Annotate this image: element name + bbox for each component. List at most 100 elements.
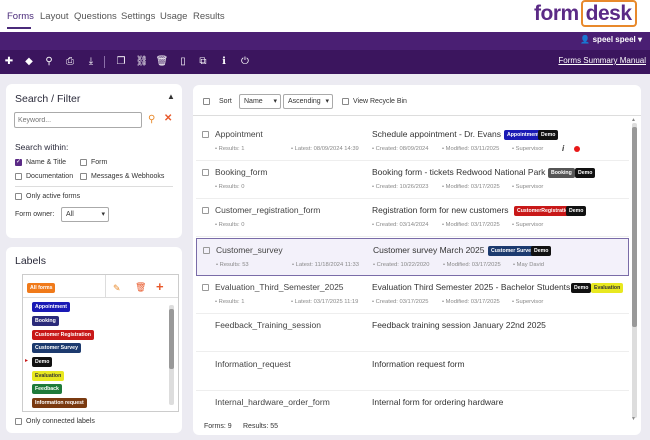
trash-icon[interactable]: 🗑 [135,282,146,293]
form-name[interactable]: Customer_survey [216,245,283,255]
table-row[interactable]: Information_request Information request … [196,353,629,391]
label-booking[interactable]: Booking [32,316,59,326]
collapse-icon[interactable]: ▲ [167,92,175,101]
row-checkbox[interactable] [202,207,209,214]
results-count: • Results: 1 [215,299,245,305]
search-icon[interactable]: ⚲ [42,55,56,69]
form-name[interactable]: Internal_hardware_order_form [215,397,330,407]
row-checkbox[interactable] [202,169,209,176]
tag-evaluation: Evaluation [591,283,624,293]
label-appointment[interactable]: Appointment [32,302,70,312]
row-checkbox[interactable] [202,284,209,291]
forms-summary-manual-link[interactable]: Forms Summary Manual [558,56,646,65]
divider [15,186,173,187]
form-name[interactable]: Feedback_Training_session [215,320,321,330]
form-name[interactable]: Booking_form [215,167,267,177]
scroll-up-icon[interactable]: ▲ [631,117,636,123]
copy-icon[interactable]: ❐ [114,55,128,69]
info-icon[interactable]: i [562,144,564,153]
form-description: Evaluation Third Semester 2025 - Bachelo… [372,282,571,292]
form-description: Internal form for ordering hardware [372,397,504,407]
table-row[interactable]: Evaluation_Third_Semester_2025 Evaluatio… [196,276,629,314]
results-count: • Results: 0 [215,184,245,190]
tag-customer-survey: Customer Survey [488,246,537,256]
only-active-label: Only active forms [26,193,81,200]
select-all-checkbox[interactable] [203,98,210,105]
plus-icon[interactable]: ✚ [2,55,16,69]
tag-demo: Demo [566,206,587,216]
keyword-input[interactable] [14,112,142,128]
form-name[interactable]: Evaluation_Third_Semester_2025 [215,282,344,292]
labels-panel: Labels All forms ✎ 🗑 + Appointment Booki… [6,247,182,433]
sort-field-select[interactable]: Name [239,94,281,109]
tag-icon[interactable]: ◆ [22,55,36,69]
form-checkbox[interactable] [80,159,87,166]
tab-forms[interactable]: Forms [7,11,34,22]
label-all-forms[interactable]: All forms [27,283,56,293]
tab-results[interactable]: Results [193,11,225,22]
table-row[interactable]: Booking_form Booking form - tickets Redw… [196,161,629,199]
row-checkbox[interactable] [203,247,210,254]
clear-icon[interactable]: ✕ [164,113,172,124]
trash-icon[interactable]: 🗑 [155,55,169,69]
only-active-checkbox[interactable] [15,193,22,200]
expand-bullet-icon: ▸ [25,358,29,364]
sort-order-select[interactable]: Ascending [283,94,333,109]
recycle-bin-checkbox[interactable] [342,98,349,105]
form-name[interactable]: Information_request [215,359,291,369]
edit-icon[interactable]: ✎ [113,283,121,294]
form-name[interactable]: Appointment [215,129,263,139]
tab-layout[interactable]: Layout [40,11,69,22]
info-icon[interactable]: ℹ [217,55,231,69]
owner-select[interactable]: All [61,207,109,222]
results-count: • Results: 1 [215,146,245,152]
latest-result: • Latest: 11/18/2024 11:33 [292,262,359,268]
tag-demo: Demo [571,283,592,293]
recycle-bin-label: View Recycle Bin [353,98,407,105]
power-icon[interactable]: ⏻ [238,55,252,69]
list-scrollbar-thumb[interactable] [632,127,637,327]
label-evaluation[interactable]: Evaluation [32,371,65,381]
modified-date: • Modified: 03/17/2025 [442,299,500,305]
modified-date: • Modified: 03/11/2025 [442,146,500,152]
owner: • Supervisor [512,222,544,228]
table-row[interactable]: Customer_registration_form Registration … [196,199,629,237]
add-label-icon[interactable]: + [156,279,164,294]
table-row[interactable]: Feedback_Training_session Feedback train… [196,314,629,352]
user-menu[interactable]: 👤 speel speel ▾ [580,35,642,44]
tab-questions[interactable]: Questions [74,11,117,22]
label-demo[interactable]: Demo [32,357,53,367]
form-description: Information request form [372,359,465,369]
owner-label: Form owner: [15,211,55,218]
search-filter-panel: Search / Filter ▲ ⚲ ✕ Search within: Nam… [6,84,182,238]
download-icon[interactable]: ⤓ [84,55,98,69]
created-date: • Created: 08/09/2024 [372,146,429,152]
scroll-down-icon[interactable]: ▼ [631,416,636,422]
labels-list: All forms ✎ 🗑 + Appointment Booking Cust… [22,274,179,412]
row-checkbox[interactable] [202,131,209,138]
labels-scrollbar-thumb[interactable] [169,309,174,369]
clipboard-icon[interactable]: ▯ [176,55,190,69]
tag-demo: Demo [538,130,559,140]
only-connected-checkbox[interactable] [15,418,22,425]
label-feedback[interactable]: Feedback [32,384,62,394]
search-icon[interactable]: ⚲ [148,114,155,125]
table-row[interactable]: Customer_survey Customer survey March 20… [196,238,629,276]
documentation-checkbox[interactable] [15,173,22,180]
label-customer-registration[interactable]: Customer Registration [32,330,94,340]
tab-usage[interactable]: Usage [160,11,187,22]
documentation-label: Documentation [26,173,74,180]
tab-settings[interactable]: Settings [121,11,155,22]
duplicate-icon[interactable]: ⧉ [196,55,210,69]
owner: • Supervisor [512,299,544,305]
messages-checkbox[interactable] [80,173,87,180]
label-customer-survey[interactable]: Customer Survey [32,343,81,353]
form-name[interactable]: Customer_registration_form [215,205,320,215]
link-icon[interactable]: ⛓ [135,55,149,69]
table-row[interactable]: Appointment Schedule appointment - Dr. E… [196,123,629,161]
name-title-checkbox[interactable] [15,158,22,166]
print-icon[interactable]: ⎙ [63,55,77,69]
formdesk-logo: form desk [534,0,637,28]
label-information-request[interactable]: Information request [32,398,87,408]
active-tab-indicator [7,27,31,29]
